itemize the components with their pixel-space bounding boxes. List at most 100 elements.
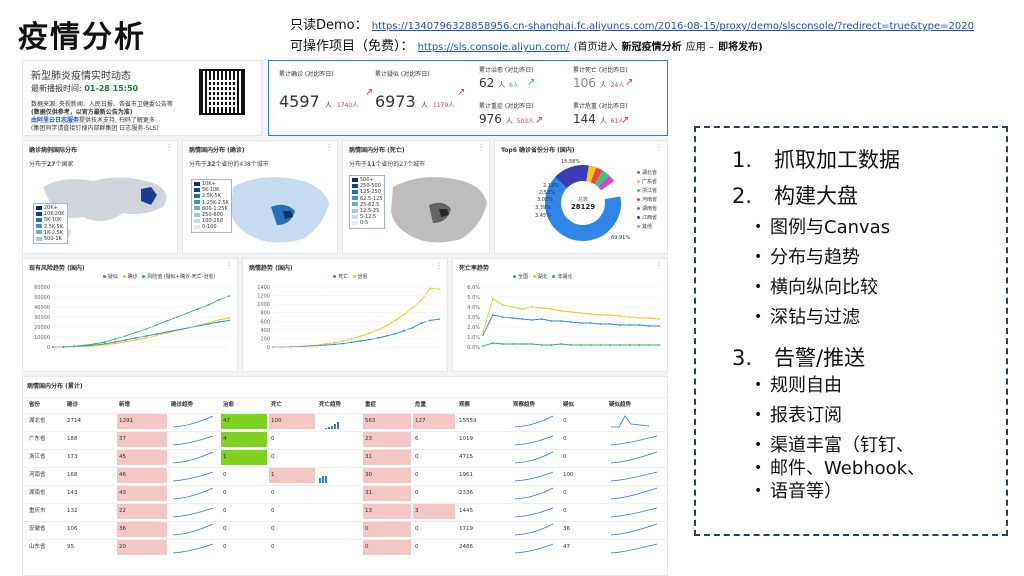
data-point [638, 324, 641, 326]
china-death-map-card: 病情国内分布 (死亡) ⋮ 分布于11个省份的27个城市 500+ 250-50… [342, 140, 490, 254]
table-cell: 2714 [67, 418, 81, 424]
table-cell [511, 450, 559, 465]
death-rate-chart: 6.0% 5.0% 4.0% 3.0% 2.0% 1.0% 0.0% [467, 285, 660, 351]
y-tick-label: 4.0% [467, 305, 480, 311]
world-map-card: 确诊病例国际分布 ⋮ 分布于27个国家 20K+ 10K-20K 5K-10K … [22, 140, 178, 254]
data-point [350, 341, 353, 344]
table-cell [607, 486, 663, 501]
table-cell [511, 414, 559, 429]
data-point [491, 342, 494, 344]
table-cell [607, 432, 663, 447]
more-icon[interactable]: ⋮ [325, 143, 333, 152]
sparkline [514, 543, 554, 554]
more-icon[interactable]: ⋮ [435, 261, 443, 270]
table-cell [511, 504, 559, 519]
more-icon[interactable]: ⋮ [225, 261, 233, 270]
table-cell [317, 450, 361, 465]
data-point [411, 326, 414, 329]
data-point [579, 322, 582, 324]
data-point [638, 317, 641, 319]
readonly-label: 只读Demo： [290, 18, 368, 33]
table-cell [511, 540, 559, 555]
data-point [217, 321, 220, 323]
up-arrow-icon: ↗ [535, 115, 544, 126]
column-header: 省份 [29, 402, 41, 408]
table-cell: 173 [67, 454, 78, 460]
data-point [579, 344, 582, 346]
data-point [103, 343, 106, 346]
table-cell [317, 504, 361, 519]
data-point [491, 314, 494, 316]
data-point [52, 346, 54, 348]
news-heading: 新型肺炎疫情实时动态 [31, 71, 131, 82]
table-cell: 1019 [459, 436, 473, 442]
data-point [145, 328, 148, 330]
data-point [550, 320, 553, 322]
more-icon[interactable]: ⋮ [165, 143, 173, 152]
y-tick-label: 1400 [257, 285, 270, 291]
table-cell: 0 [563, 490, 567, 496]
data-point [72, 345, 75, 348]
data-point [511, 317, 514, 319]
table-row[interactable]: 湖北省 2714 1291 47 100 563 127 15559 0 [23, 413, 668, 429]
data-point [186, 327, 189, 329]
column-header: 疑似 [563, 402, 575, 408]
table-cell: 168 [67, 472, 78, 478]
data-point [570, 321, 572, 323]
data-point [619, 324, 621, 326]
data-point [420, 322, 423, 324]
more-icon[interactable]: ⋮ [477, 143, 485, 152]
readonly-demo-link[interactable]: https://1340796328858956.cn-shanghai.fc.… [372, 21, 974, 32]
qr-code [199, 69, 245, 115]
table-cell: 47 [563, 544, 570, 550]
data-point [599, 344, 602, 346]
outline-sub-item-cont: 邮件、Webhook、 [754, 457, 925, 480]
table-row[interactable]: 河南省 168 46 0 1 30 0 1961 100 [23, 467, 668, 483]
table-row[interactable]: 湖南省 143 43 0 0 31 0 2336 0 [23, 485, 668, 501]
table-cell: 1 [269, 468, 315, 483]
series-line [273, 318, 440, 348]
project-note-pre: (首页进入 [573, 42, 618, 53]
province-table: 病情国内分布 (累计) 省份 确诊 新增 确诊趋势 治愈 死亡 死亡趋势 重症 危重 观察 观察趋势… [22, 376, 668, 576]
column-header: 疑似趋势 [609, 402, 632, 408]
chart-legend: 全国 湖北 非湖北 [513, 273, 572, 280]
data-point [403, 329, 405, 332]
data-point [628, 344, 631, 346]
table-row[interactable]: 广东省 188 37 4 0 23 6 1019 0 [23, 431, 668, 447]
table-row[interactable]: 安徽省 106 36 0 0 0 0 1719 36 [23, 521, 668, 537]
data-point [114, 342, 116, 345]
data-point [589, 344, 592, 346]
table-row[interactable]: 山东省 95 20 0 0 0 0 2486 47 [23, 539, 668, 555]
table-row[interactable]: 重庆市 132 22 0 0 13 3 1445 0 [23, 503, 668, 519]
data-point [438, 288, 440, 290]
table-cell [511, 486, 559, 501]
project-link[interactable]: https://sls.console.aliyun.com/ [418, 42, 570, 53]
data-point [124, 335, 127, 337]
table-cell: 湖南省 [29, 490, 46, 496]
data-point [429, 319, 432, 322]
y-tick-label: 2.0% [467, 325, 480, 331]
data-point [124, 339, 127, 341]
data-point [359, 340, 362, 342]
table-cell [169, 522, 219, 537]
data-point [531, 343, 533, 345]
data-point [368, 338, 370, 341]
table-cell: 45 [117, 450, 167, 465]
data-point [579, 312, 582, 314]
data-point [62, 345, 65, 348]
more-icon[interactable]: ⋮ [655, 261, 663, 270]
y-tick-label: 0 [267, 345, 270, 351]
data-point [217, 319, 220, 321]
data-point [315, 344, 318, 346]
table-cell: 浙江省 [29, 454, 46, 460]
slice-label: 3.03% [537, 197, 553, 203]
table-cell [317, 414, 361, 429]
table-row[interactable]: 浙江省 173 45 1 0 31 0 4715 0 [23, 449, 668, 465]
table-cell: 0 [563, 454, 567, 460]
data-point [501, 343, 504, 345]
top6-donut-card: Top6 确诊省份分布 (国内) ⋮ 总数 28129 15.58% 2.13%… [494, 140, 668, 254]
up-arrow-icon: ↗ [621, 115, 630, 126]
y-tick-label: 60000 [34, 285, 50, 291]
data-point [298, 345, 301, 348]
table-cell [607, 450, 663, 465]
